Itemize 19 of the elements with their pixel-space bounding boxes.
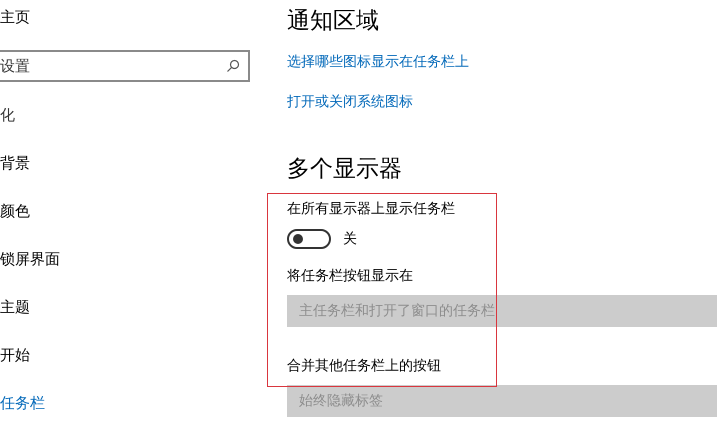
toggle-state: 关 [343,230,357,248]
home-link[interactable]: 主页 [0,8,30,28]
search-field[interactable]: 设置 [0,50,250,82]
setting-label: 将任务栏按钮显示在 [287,267,414,286]
section-title: 通知区域 [287,7,380,35]
sidebar-item[interactable]: 锁屏界面 [0,250,60,270]
sidebar-item[interactable]: 开始 [0,346,30,366]
section-heading: 化 [0,106,15,126]
sidebar-item[interactable]: 任务栏 [0,394,45,414]
setting-label: 合并其他任务栏上的按钮 [287,357,442,376]
search-icon [226,59,240,73]
sidebar-item[interactable]: 颜色 [0,202,30,222]
sidebar-item[interactable]: 背景 [0,154,30,174]
sidebar-item[interactable]: 主题 [0,298,30,318]
setting-label: 在所有显示器上显示任务栏 [287,200,456,219]
settings-link[interactable]: 选择哪些图标显示在任务栏上 [287,53,717,73]
settings-link[interactable]: 打开或关闭系统图标 [287,93,717,113]
section-title: 多个显示器 [287,155,403,183]
toggle-switch[interactable] [287,229,331,249]
